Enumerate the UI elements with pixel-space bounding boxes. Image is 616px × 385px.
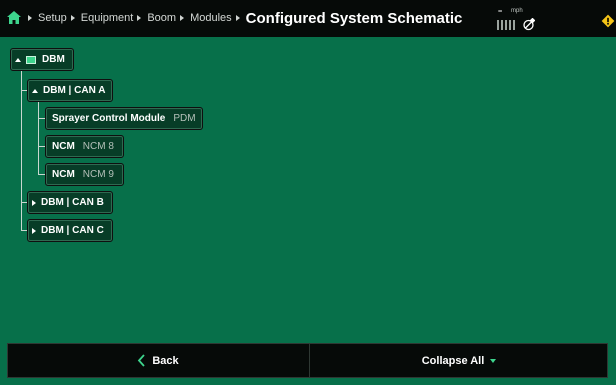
top-bar: Setup Equipment Boom Modules Configured … — [0, 0, 616, 37]
tree-connector-line — [38, 101, 39, 175]
collapse-arrow-icon — [32, 88, 38, 93]
module-icon — [26, 55, 36, 64]
breadcrumb-equipment[interactable]: Equipment — [81, 12, 134, 24]
node-content: NCM NCM 8 — [46, 141, 120, 152]
home-icon[interactable] — [7, 11, 21, 24]
node-label: DBM | CAN A — [43, 85, 106, 96]
collapse-all-button[interactable]: Collapse All — [309, 344, 608, 377]
breadcrumb-separator-icon — [180, 15, 185, 21]
collapse-all-label: Collapse All — [421, 354, 485, 367]
tree-node-sprayer-control-module[interactable]: Sprayer Control Module PDM — [45, 107, 203, 130]
caret-down-icon — [490, 358, 497, 363]
tree-node-ncm-8[interactable]: NCM NCM 8 — [45, 135, 124, 158]
tree-node-can-c[interactable]: DBM | CAN C — [27, 219, 113, 242]
node-name: NCM — [52, 141, 75, 152]
expand-arrow-icon — [32, 227, 36, 234]
chevron-left-icon — [138, 354, 146, 367]
signal-bars-icon — [497, 20, 515, 30]
node-content: NCM NCM 9 — [46, 169, 120, 180]
breadcrumb-boom[interactable]: Boom — [147, 12, 176, 24]
tree-connector-line — [21, 70, 22, 231]
node-detail: NCM 9 — [82, 169, 114, 180]
collapse-arrow-icon — [15, 57, 21, 62]
node-detail: NCM 8 — [82, 141, 114, 152]
breadcrumb-modules[interactable]: Modules — [190, 12, 232, 24]
breadcrumb-separator-icon — [28, 15, 32, 21]
breadcrumb-separator-icon — [137, 15, 142, 21]
breadcrumb-separator-icon — [70, 15, 75, 21]
tree-node-can-b[interactable]: DBM | CAN B — [27, 191, 113, 214]
tree-node-ncm-9[interactable]: NCM NCM 9 — [45, 163, 124, 186]
speed-value: -- — [498, 6, 502, 15]
tree-node-dbm[interactable]: DBM — [10, 48, 74, 71]
bottom-bar: Back Collapse All — [7, 343, 608, 378]
warning-icon[interactable] — [601, 14, 615, 28]
breadcrumb-separator-icon — [235, 15, 240, 21]
node-detail: PDM — [173, 113, 196, 124]
node-label: DBM | CAN B — [41, 197, 104, 208]
breadcrumb: Setup Equipment Boom Modules Configured … — [24, 0, 462, 36]
gps-satellite-icon[interactable] — [522, 18, 535, 31]
node-label: DBM — [42, 54, 65, 65]
node-label: DBM | CAN C — [41, 225, 104, 236]
node-name: Sprayer Control Module — [52, 113, 166, 124]
tree-node-can-a[interactable]: DBM | CAN A — [27, 79, 113, 102]
breadcrumb-setup[interactable]: Setup — [38, 12, 67, 24]
expand-arrow-icon — [32, 199, 36, 206]
back-button[interactable]: Back — [8, 344, 308, 377]
back-label: Back — [152, 354, 179, 367]
node-name: NCM — [52, 169, 75, 180]
speed-unit: mph — [511, 8, 523, 14]
node-content: Sprayer Control Module PDM — [46, 113, 202, 124]
page-title: Configured System Schematic — [245, 9, 463, 27]
